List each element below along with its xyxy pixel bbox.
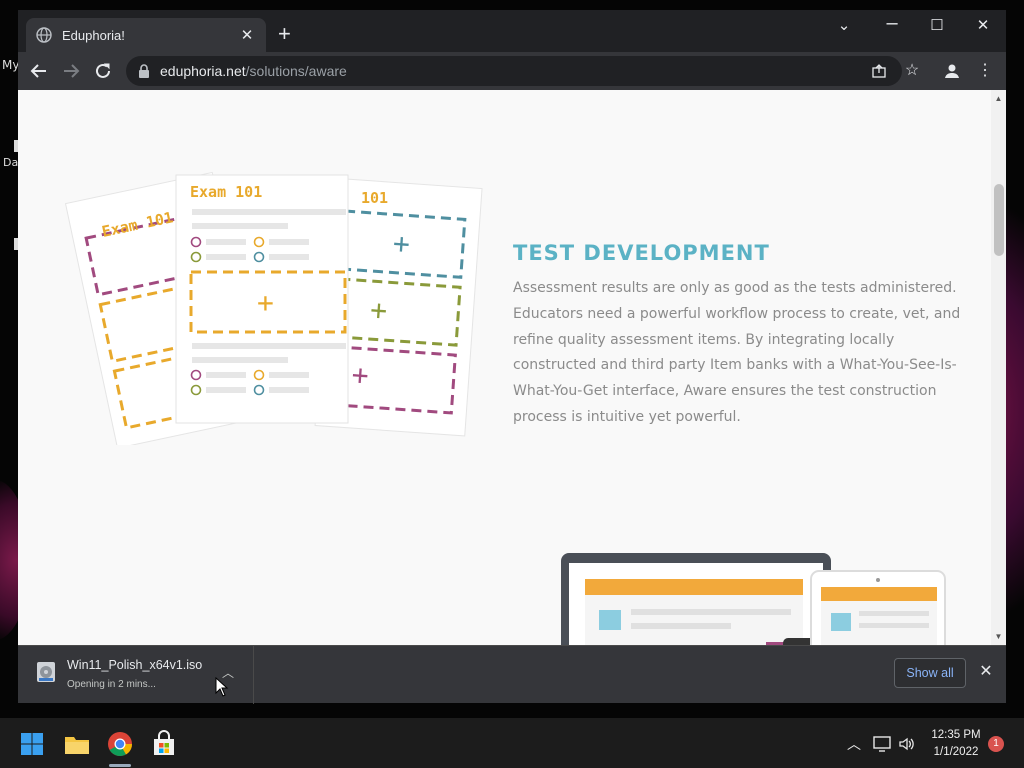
- globe-icon: [36, 27, 52, 43]
- section-body: Assessment results are only as good as t…: [513, 280, 961, 425]
- browser-window: Eduphoria! ✕ + ⌄ – ☐ ✕ eduphoria.net/sol…: [18, 10, 1006, 704]
- devices-illustration: [561, 553, 946, 645]
- page-scrollbar[interactable]: ▲ ▼: [991, 90, 1006, 645]
- chrome-icon[interactable]: [106, 730, 134, 758]
- clock-time[interactable]: 12:35 PM: [928, 729, 984, 741]
- desktop-icon-label[interactable]: Da: [3, 156, 18, 169]
- active-app-indicator: [109, 764, 131, 767]
- disc-image-file-icon: [37, 662, 55, 682]
- scroll-up-icon[interactable]: ▲: [993, 94, 1004, 103]
- browser-toolbar: eduphoria.net/solutions/aware ☆ ⋮: [18, 52, 1006, 90]
- taskbar: ︿ 12:35 PM 1/1/2022 1: [0, 718, 1024, 768]
- kebab-menu-icon[interactable]: ⋮: [975, 61, 995, 81]
- test-papers-illustration: + + + 101 Exam 101 Exam 101 +: [64, 171, 483, 445]
- desktop-icon-label[interactable]: My: [2, 58, 19, 72]
- clock-date[interactable]: 1/1/2022: [928, 746, 984, 758]
- scroll-down-icon[interactable]: ▼: [993, 632, 1004, 641]
- section-title: TEST DEVELOPMENT: [513, 241, 770, 265]
- plus-icon[interactable]: +: [278, 22, 291, 46]
- exam-label-center: Exam 101: [190, 183, 262, 201]
- show-all-button[interactable]: Show all: [894, 658, 966, 688]
- mouse-cursor-icon: [215, 677, 229, 697]
- exam-label-right: 101: [361, 189, 388, 207]
- download-status: Opening in 2 mins...: [67, 679, 156, 690]
- maximize-icon[interactable]: ☐: [925, 16, 949, 34]
- lock-icon[interactable]: [138, 64, 150, 78]
- star-icon[interactable]: ☆: [902, 61, 922, 81]
- tab-title: Eduphoria!: [62, 27, 125, 43]
- svg-text:+: +: [369, 293, 388, 327]
- store-icon[interactable]: [150, 730, 178, 758]
- forward-arrow-icon[interactable]: [59, 59, 83, 83]
- notification-badge[interactable]: 1: [988, 736, 1004, 752]
- windows-start-icon[interactable]: [18, 730, 46, 758]
- close-tab-icon[interactable]: ✕: [238, 26, 256, 44]
- reload-icon[interactable]: [91, 59, 115, 83]
- url-host: eduphoria.net: [160, 63, 246, 79]
- tab-search-chevron-icon[interactable]: ⌄: [832, 16, 856, 34]
- chevron-up-icon[interactable]: ︿: [847, 734, 861, 754]
- title-bar: Eduphoria! ✕ + ⌄ – ☐ ✕: [18, 10, 1006, 52]
- close-icon[interactable]: ✕: [976, 661, 996, 681]
- svg-text:+: +: [351, 358, 370, 392]
- svg-text:+: +: [392, 227, 411, 261]
- download-bar: Win11_Polish_x64v1.iso Opening in 2 mins…: [18, 645, 1006, 704]
- download-file-name: Win11_Polish_x64v1.iso: [67, 658, 203, 672]
- volume-icon[interactable]: [898, 736, 914, 752]
- back-arrow-icon[interactable]: [27, 59, 51, 83]
- profile-icon[interactable]: [942, 61, 962, 81]
- browser-tab[interactable]: Eduphoria! ✕: [26, 18, 266, 52]
- minimize-icon[interactable]: –: [880, 12, 904, 35]
- web-page: + + + 101 Exam 101 Exam 101 + TEST DEVEL…: [18, 90, 1006, 645]
- close-window-icon[interactable]: ✕: [971, 16, 995, 34]
- url-path: /solutions/aware: [245, 63, 347, 79]
- scroll-thumb[interactable]: [994, 184, 1004, 256]
- network-icon[interactable]: [873, 736, 891, 752]
- svg-text:+: +: [257, 286, 274, 319]
- address-bar[interactable]: eduphoria.net/solutions/aware: [126, 56, 902, 86]
- file-explorer-icon[interactable]: [63, 730, 91, 758]
- share-icon[interactable]: [869, 61, 889, 81]
